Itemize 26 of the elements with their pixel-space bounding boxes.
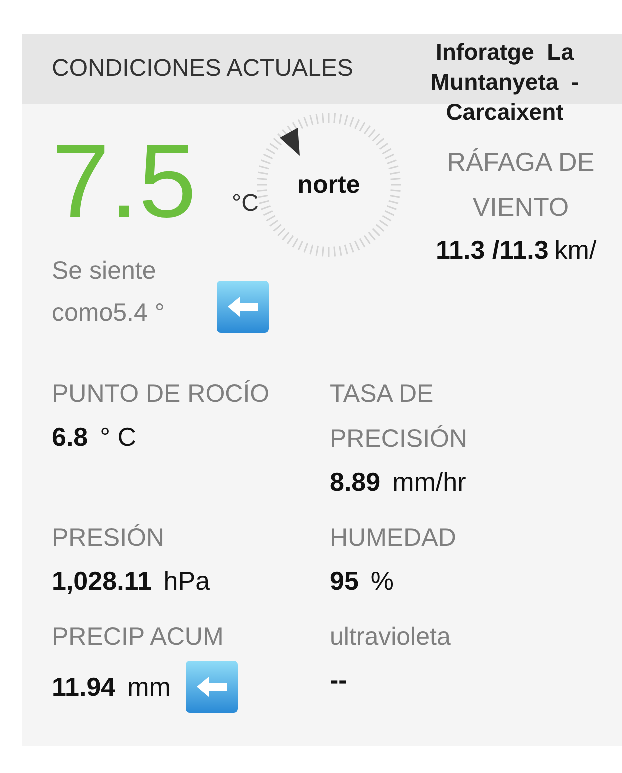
reading-unit: mm/hr [392, 466, 466, 499]
reading-label: HUMEDAD [330, 523, 458, 554]
wind-direction: norte [298, 170, 360, 200]
reading-unit: hPa [164, 565, 210, 598]
reading-label: ultravioleta [330, 622, 452, 653]
wind-gust-value: 11.3 /11.3 [436, 234, 549, 267]
reading-label: PRECIP ACUM [52, 622, 225, 653]
reading-label: PRESIÓN [52, 523, 166, 554]
reading-value: 1,028.11 [52, 565, 152, 598]
reading-unit: ° C [100, 421, 137, 454]
wind-gust-unit: km/ [554, 234, 597, 267]
station-name: Inforatge La Muntanyeta - Carcaixent [430, 38, 580, 127]
reading-value: 6.8 [52, 421, 88, 454]
header-title: CONDICIONES ACTUALES [52, 55, 354, 83]
reading-unit: % [370, 565, 394, 598]
reading-value: 8.89 [330, 466, 381, 499]
reading-value: 11.94 [52, 671, 116, 704]
reading-value: -- [330, 664, 348, 697]
reading-value: 95 [330, 565, 359, 598]
reading-label: TASA DE PRECISIÓN [330, 379, 469, 455]
wind-gust-label: RÁFAGA DE VIENTO [446, 146, 596, 224]
temperature-value: 7.5 [52, 132, 197, 232]
reading-label: PUNTO DE ROCÍO [52, 379, 271, 410]
feels-like-text: Se siente como5.4 ° [52, 256, 166, 329]
temperature-unit: °C [232, 190, 260, 219]
reading-unit: mm [128, 671, 171, 704]
